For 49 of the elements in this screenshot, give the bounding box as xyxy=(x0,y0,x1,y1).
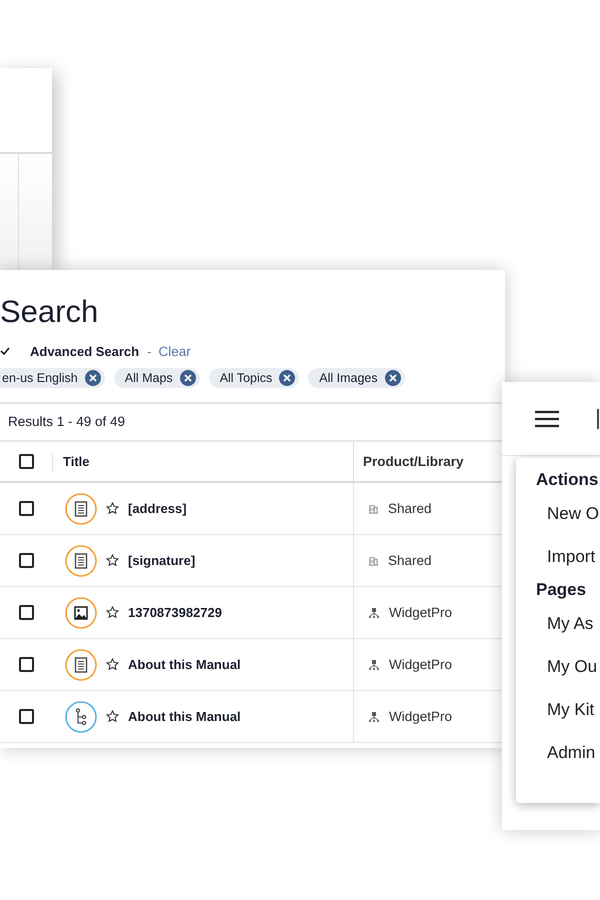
star-icon[interactable] xyxy=(106,710,119,723)
checkbox[interactable] xyxy=(18,657,34,672)
item-title[interactable]: 1370873982729 xyxy=(128,605,222,620)
menu-icon[interactable] xyxy=(535,410,559,428)
library-name: Shared xyxy=(388,501,432,516)
filter-chip[interactable]: All Images xyxy=(308,368,405,388)
checkbox[interactable] xyxy=(18,605,34,620)
star-icon[interactable] xyxy=(106,606,119,619)
library-name: WidgetPro xyxy=(389,605,452,620)
item-title[interactable]: [address] xyxy=(128,501,187,516)
check-icon[interactable] xyxy=(0,347,10,355)
chip-label: All Topics xyxy=(220,371,272,385)
advanced-search-label[interactable]: Advanced Search xyxy=(30,344,140,358)
item-title[interactable]: About this Manual xyxy=(128,657,241,672)
star-icon[interactable] xyxy=(106,658,119,671)
results-count: Results 1 - 49 of 49 xyxy=(0,402,505,442)
checkbox[interactable] xyxy=(18,454,34,469)
filter-chip[interactable]: en-us English xyxy=(0,368,105,388)
star-icon[interactable] xyxy=(106,502,119,515)
menu-item[interactable]: My Kit xyxy=(536,688,600,731)
separator: - xyxy=(147,344,152,358)
checkbox[interactable] xyxy=(18,553,34,568)
star-icon[interactable] xyxy=(106,554,119,567)
menu-section-heading: Actions xyxy=(536,469,600,491)
checkbox[interactable] xyxy=(18,501,34,516)
clear-link[interactable]: Clear xyxy=(158,344,191,358)
page-title: Search xyxy=(0,294,98,330)
item-title[interactable]: [signature] xyxy=(128,553,196,568)
filter-chip[interactable]: All Topics xyxy=(208,368,300,388)
menu-item[interactable]: Import xyxy=(536,535,600,578)
filter-chip[interactable]: All Maps xyxy=(114,368,200,388)
library-name: WidgetPro xyxy=(389,657,452,672)
menu-item[interactable]: My As xyxy=(536,602,600,645)
menu-item[interactable]: New O xyxy=(536,492,600,535)
menu-item[interactable]: Admin xyxy=(536,731,600,774)
menu-section-heading: Pages xyxy=(536,579,588,601)
library-name: WidgetPro xyxy=(389,709,452,724)
item-title[interactable]: About this Manual xyxy=(128,709,241,724)
chip-label: All Images xyxy=(319,371,378,385)
chip-label: All Maps xyxy=(124,371,173,385)
menu-item[interactable]: My Ou xyxy=(536,645,600,688)
column-header[interactable]: Title xyxy=(52,452,353,470)
chip-label: en-us English xyxy=(2,371,78,385)
library-name: Shared xyxy=(388,553,432,568)
remove-icon[interactable] xyxy=(279,370,296,386)
remove-icon[interactable] xyxy=(384,370,401,386)
remove-icon[interactable] xyxy=(180,370,196,386)
remove-icon[interactable] xyxy=(84,370,101,386)
checkbox[interactable] xyxy=(18,709,34,724)
